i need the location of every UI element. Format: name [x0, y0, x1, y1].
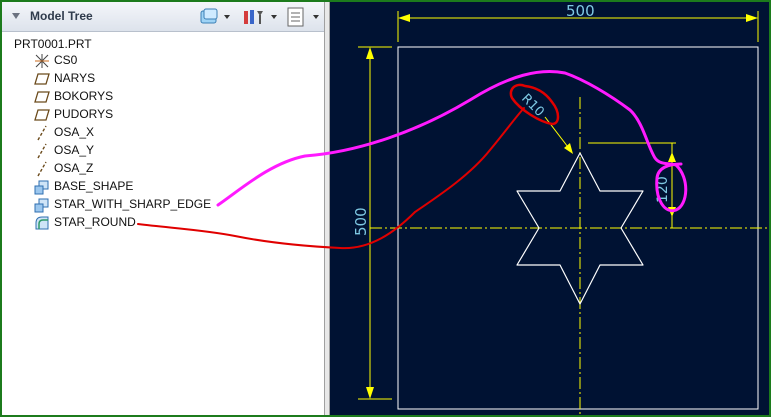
extrude-icon	[34, 180, 49, 195]
datum-plane-icon	[34, 91, 50, 103]
round-icon	[35, 216, 49, 230]
datum-axis-icon	[37, 143, 47, 159]
tree-item-label: OSA_Z	[54, 161, 94, 175]
columns-menu-button[interactable]	[286, 7, 322, 27]
show-menu-button[interactable]	[198, 7, 232, 27]
tree-item-label: BOKORYS	[54, 89, 114, 103]
datum-plane-icon	[34, 73, 50, 85]
show-icon	[200, 8, 218, 24]
collapse-arrow-icon[interactable]	[12, 13, 20, 19]
height-dimension-value: 500	[352, 207, 370, 236]
height-dimension[interactable]: 500	[352, 46, 392, 400]
tree-item-label: PUDORYS	[54, 107, 114, 121]
sketch-canvas: 500 500 120 R10	[352, 2, 769, 415]
chevron-down-icon	[271, 15, 277, 19]
radius-dimension-value: R10	[518, 91, 547, 120]
tree-columns-icon	[287, 7, 304, 27]
tree-root-part[interactable]: PRT0001.PRT	[14, 37, 92, 51]
extrude-icon	[34, 198, 49, 213]
coordinate-system-icon	[35, 54, 49, 68]
datum-axis-icon	[37, 161, 47, 177]
radius-dimension[interactable]: R10	[518, 91, 573, 154]
datum-axis-icon	[37, 125, 47, 141]
tree-item-label: CS0	[54, 53, 78, 67]
width-dimension[interactable]: 500	[397, 2, 759, 42]
tree-settings-icon	[244, 10, 263, 24]
width-dimension-value: 500	[566, 2, 595, 20]
settings-menu-button[interactable]	[242, 7, 278, 27]
model-tree-header: Model Tree	[2, 2, 324, 32]
tree-item-label: STAR_ROUND	[54, 215, 136, 229]
tree-item-label: STAR_WITH_SHARP_EDGE	[54, 197, 212, 211]
tree-item-label: OSA_Y	[54, 143, 95, 157]
model-tree-body: PRT0001.PRT CS0 NARYS BOKORYS PUDORYS OS…	[2, 32, 324, 415]
model-tree-title: Model Tree	[30, 9, 93, 23]
chevron-down-icon	[224, 15, 230, 19]
graphics-viewport[interactable]: 500 500 120 R10	[330, 2, 769, 415]
offset-dimension[interactable]: 120	[588, 142, 676, 228]
tree-item-label: OSA_X	[54, 125, 95, 139]
model-tree-panel: Model Tree PRT0001.PRT CS0 NARYS BOKORYS…	[2, 2, 324, 415]
datum-plane-icon	[34, 109, 50, 121]
chevron-down-icon	[313, 15, 319, 19]
offset-dimension-value: 120	[655, 176, 671, 203]
tree-item-label: BASE_SHAPE	[54, 179, 134, 193]
tree-item-label: NARYS	[54, 71, 96, 85]
